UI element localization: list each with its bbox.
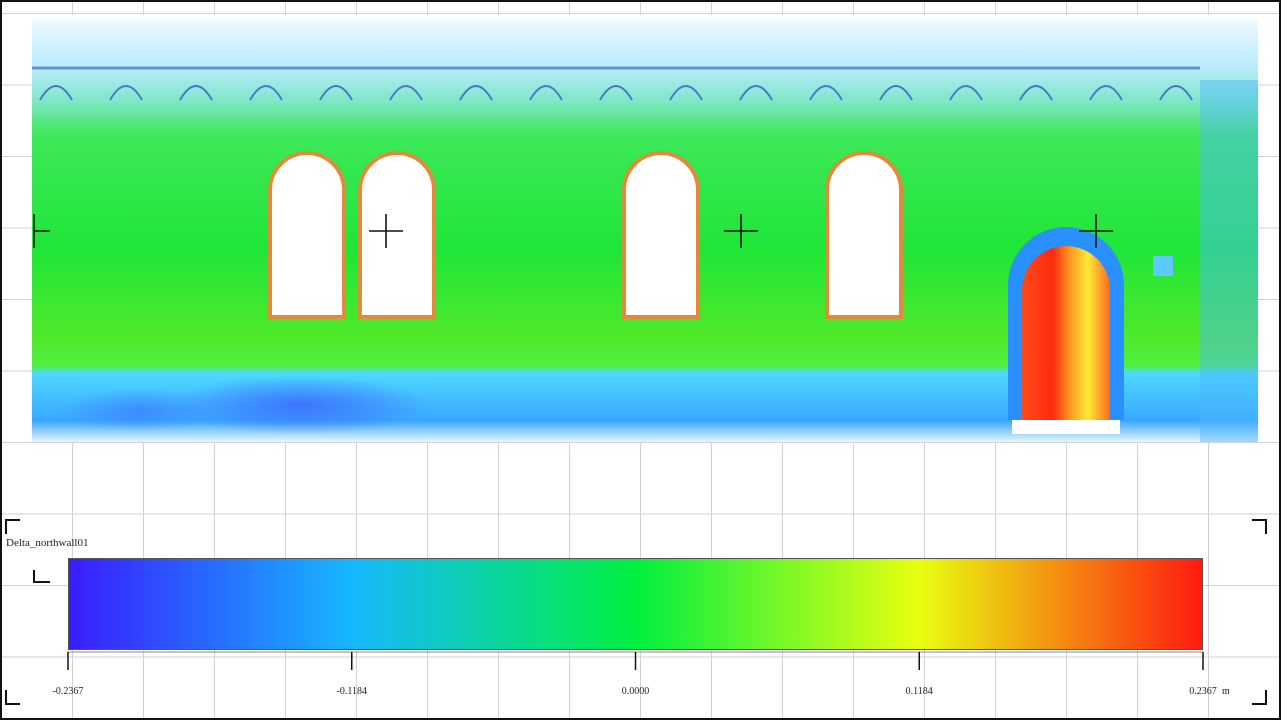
color-scale-tick-label: -0.1184 — [336, 686, 367, 697]
color-scale-tick-label: 0.0000 — [621, 686, 650, 697]
color-scale-unit: m — [1222, 686, 1230, 697]
color-scale-tick-label: 0.1184 — [905, 686, 933, 697]
color-scale-tick-label: -0.2367 — [52, 686, 84, 697]
color-scale-axis — [67, 651, 1204, 670]
color-scale-tick-label: 0.2367 — [1189, 686, 1217, 697]
